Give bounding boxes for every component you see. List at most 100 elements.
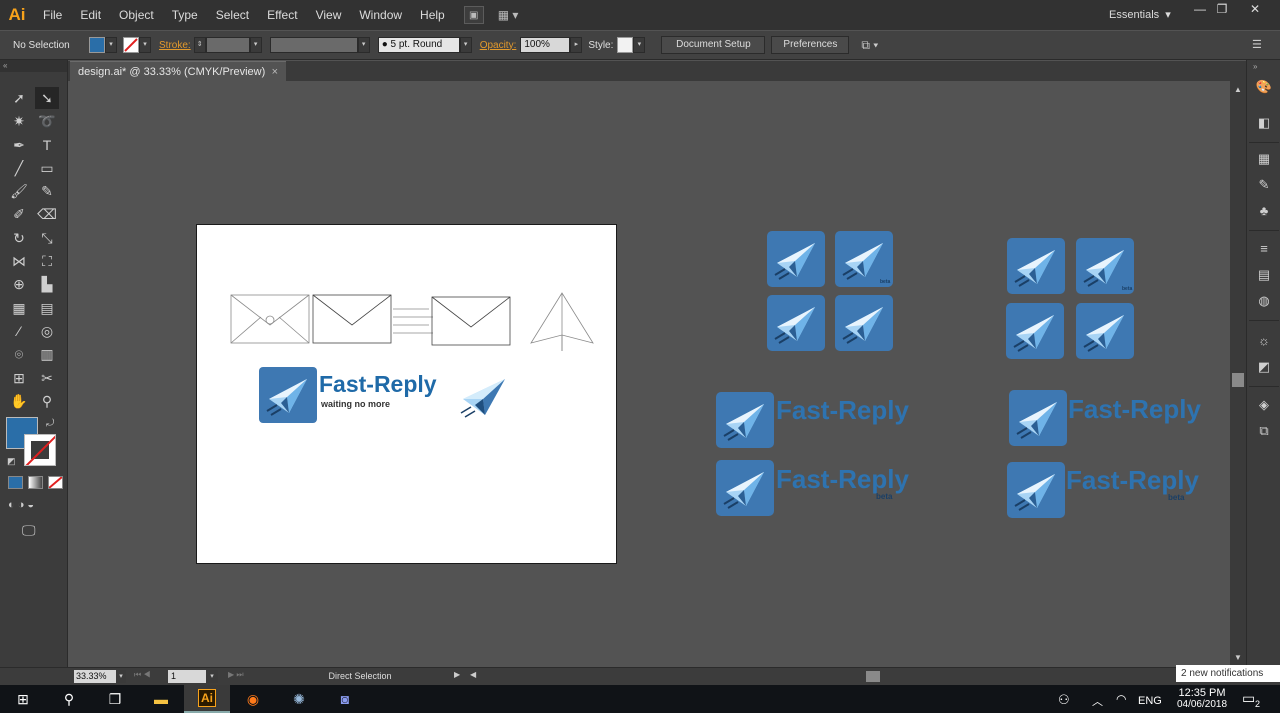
firefox-icon[interactable]: ◉	[230, 685, 276, 713]
document-tab[interactable]: design.ai* @ 33.33% (CMYK/Preview) ×	[70, 61, 286, 81]
show-hidden-icons-icon[interactable]: ︿	[1092, 693, 1103, 709]
search-icon[interactable]: ⚲	[46, 685, 92, 713]
column-graph-tool-icon[interactable]: ▥	[35, 343, 59, 365]
menu-window[interactable]: Window	[350, 0, 411, 30]
menu-type[interactable]: Type	[163, 0, 207, 30]
graphic-style-swatch[interactable]	[617, 37, 634, 53]
menu-object[interactable]: Object	[110, 0, 163, 30]
stroke-swatch[interactable]	[123, 37, 139, 53]
swap-colors-icon[interactable]: ⤾	[46, 418, 54, 429]
line-tool-icon[interactable]: ╱	[7, 157, 31, 179]
menu-edit[interactable]: Edit	[71, 0, 110, 30]
scroll-up-icon[interactable]: ▲	[1234, 85, 1242, 94]
symbol-sprayer-tool-icon[interactable]: ⌾	[7, 343, 31, 365]
width-profile-dropdown-icon[interactable]: ▾	[357, 37, 370, 53]
restore-icon[interactable]: ❐	[1207, 0, 1237, 20]
free-transform-tool-icon[interactable]: ⛶	[35, 250, 59, 272]
slice-tool-icon[interactable]: ✂	[35, 367, 59, 389]
brush-dropdown-icon[interactable]: ▾	[459, 37, 472, 53]
swatches-panel-icon[interactable]: ▦	[1255, 150, 1273, 168]
artboard-number-field[interactable]: 1	[168, 670, 206, 683]
pen-tool-icon[interactable]: ✒	[7, 134, 31, 156]
paintbrush-tool-icon[interactable]: 🖌	[7, 180, 31, 202]
vertical-scrollbar[interactable]: ▲ ▼	[1230, 81, 1246, 667]
graphic-styles-panel-icon[interactable]: ◩	[1255, 358, 1273, 376]
scroll-down-icon[interactable]: ▼	[1234, 653, 1242, 662]
screen-mode-icon[interactable]: 🖵	[22, 522, 36, 539]
gradient-mode-icon[interactable]	[28, 476, 43, 489]
panel-menu-icon[interactable]: ☰	[1252, 38, 1262, 51]
file-explorer-icon[interactable]: ▬	[138, 685, 184, 713]
clock[interactable]: 12:35 PM 04/06/2018	[1176, 687, 1228, 710]
rectangle-tool-icon[interactable]: ▭	[35, 157, 59, 179]
menu-help[interactable]: Help	[411, 0, 454, 30]
vertical-scroll-thumb[interactable]	[1232, 373, 1244, 387]
shape-builder-tool-icon[interactable]: ⊕	[7, 273, 31, 295]
artboard-tool-icon[interactable]: ⊞	[7, 367, 31, 389]
tools-collapse-icon[interactable]: «	[0, 60, 67, 72]
arrange-icon[interactable]: ⧉ ▾	[861, 38, 878, 53]
stroke-panel-icon[interactable]: ≡	[1255, 240, 1273, 258]
drawing-modes-icon[interactable]: ◐ ◑ ◒	[8, 499, 34, 511]
scroll-left-icon[interactable]: ◀	[470, 670, 476, 679]
close-tab-icon[interactable]: ×	[272, 62, 278, 82]
stroke-label[interactable]: Stroke:	[159, 40, 191, 51]
zoom-tool-icon[interactable]: ⚲	[35, 390, 59, 412]
pencil-tool-icon[interactable]: ✎	[35, 180, 59, 202]
stroke-weight-field[interactable]	[205, 37, 250, 53]
menu-view[interactable]: View	[307, 0, 351, 30]
transparency-panel-icon[interactable]: ◍	[1255, 292, 1273, 310]
arrange-documents-icon[interactable]: ▦ ▾	[498, 8, 519, 22]
workspace-switcher[interactable]: Essentials ▾	[1109, 0, 1171, 30]
dock-collapse-icon[interactable]: »	[1253, 62, 1257, 71]
opacity-label[interactable]: Opacity:	[480, 40, 517, 51]
opacity-dropdown-icon[interactable]: ▸	[570, 37, 583, 53]
graph-tool-icon[interactable]: ▙	[35, 273, 59, 295]
artboards-panel-icon[interactable]: ⧉	[1255, 422, 1273, 440]
color-mode-icon[interactable]	[8, 476, 23, 489]
menu-effect[interactable]: Effect	[258, 0, 306, 30]
language-indicator[interactable]: ENG	[1138, 695, 1162, 707]
mesh-tool-icon[interactable]: ▦	[7, 297, 31, 319]
blend-tool-icon[interactable]: ◎	[35, 320, 59, 342]
scale-tool-icon[interactable]: ⤡	[35, 227, 59, 249]
stroke-dropdown-icon[interactable]: ▾	[139, 37, 151, 53]
layers-panel-icon[interactable]: ◈	[1255, 396, 1273, 414]
people-icon[interactable]: ⚇	[1058, 692, 1070, 708]
stroke-weight-stepper[interactable]: ⇕	[193, 37, 206, 53]
app-icon[interactable]: ✺	[276, 685, 322, 713]
selection-tool-icon[interactable]: ➚	[7, 87, 31, 109]
menu-select[interactable]: Select	[207, 0, 258, 30]
document-setup-button[interactable]: Document Setup	[661, 36, 766, 54]
discord-icon[interactable]: ◙	[322, 685, 368, 713]
menu-file[interactable]: File	[34, 0, 71, 30]
close-window-icon[interactable]: ✕	[1240, 0, 1270, 20]
width-tool-icon[interactable]: ⋈	[7, 250, 31, 272]
variable-width-profile[interactable]	[269, 37, 358, 53]
default-colors-icon[interactable]: ◩	[7, 456, 16, 467]
preferences-button[interactable]: Preferences	[771, 36, 850, 54]
none-mode-icon[interactable]	[48, 476, 63, 489]
symbols-panel-icon[interactable]: ♣	[1255, 202, 1273, 220]
stroke-color-box[interactable]	[24, 434, 56, 466]
hand-tool-icon[interactable]: ✋	[7, 390, 31, 412]
go-to-bridge-icon[interactable]: ▣	[463, 6, 484, 24]
type-tool-icon[interactable]: T	[35, 134, 59, 156]
fill-swatch[interactable]	[89, 37, 105, 53]
gradient-panel-icon[interactable]: ▤	[1255, 266, 1273, 284]
color-panel-icon[interactable]: 🎨	[1255, 78, 1273, 96]
zoom-level-field[interactable]: 33.33%	[74, 670, 116, 683]
first-artboard-icon[interactable]: ⏮ ◀	[134, 670, 151, 680]
action-center-icon[interactable]: ▭	[1242, 690, 1255, 707]
magic-wand-tool-icon[interactable]: ✷	[7, 110, 31, 132]
windows-start-icon[interactable]: ⊞	[0, 685, 46, 713]
fill-dropdown-icon[interactable]: ▾	[105, 37, 117, 53]
rotate-tool-icon[interactable]: ↻	[7, 227, 31, 249]
eraser-tool-icon[interactable]: ⌫	[35, 203, 59, 225]
eyedropper-tool-icon[interactable]: ⁄	[7, 320, 31, 342]
network-icon[interactable]: ◠	[1116, 692, 1126, 706]
horizontal-scroll-thumb[interactable]	[866, 671, 880, 682]
shaper-tool-icon[interactable]: ✐	[7, 203, 31, 225]
illustrator-taskbar-icon[interactable]: Ai	[184, 685, 230, 713]
artboard-dropdown-icon[interactable]: ▾	[206, 670, 218, 683]
